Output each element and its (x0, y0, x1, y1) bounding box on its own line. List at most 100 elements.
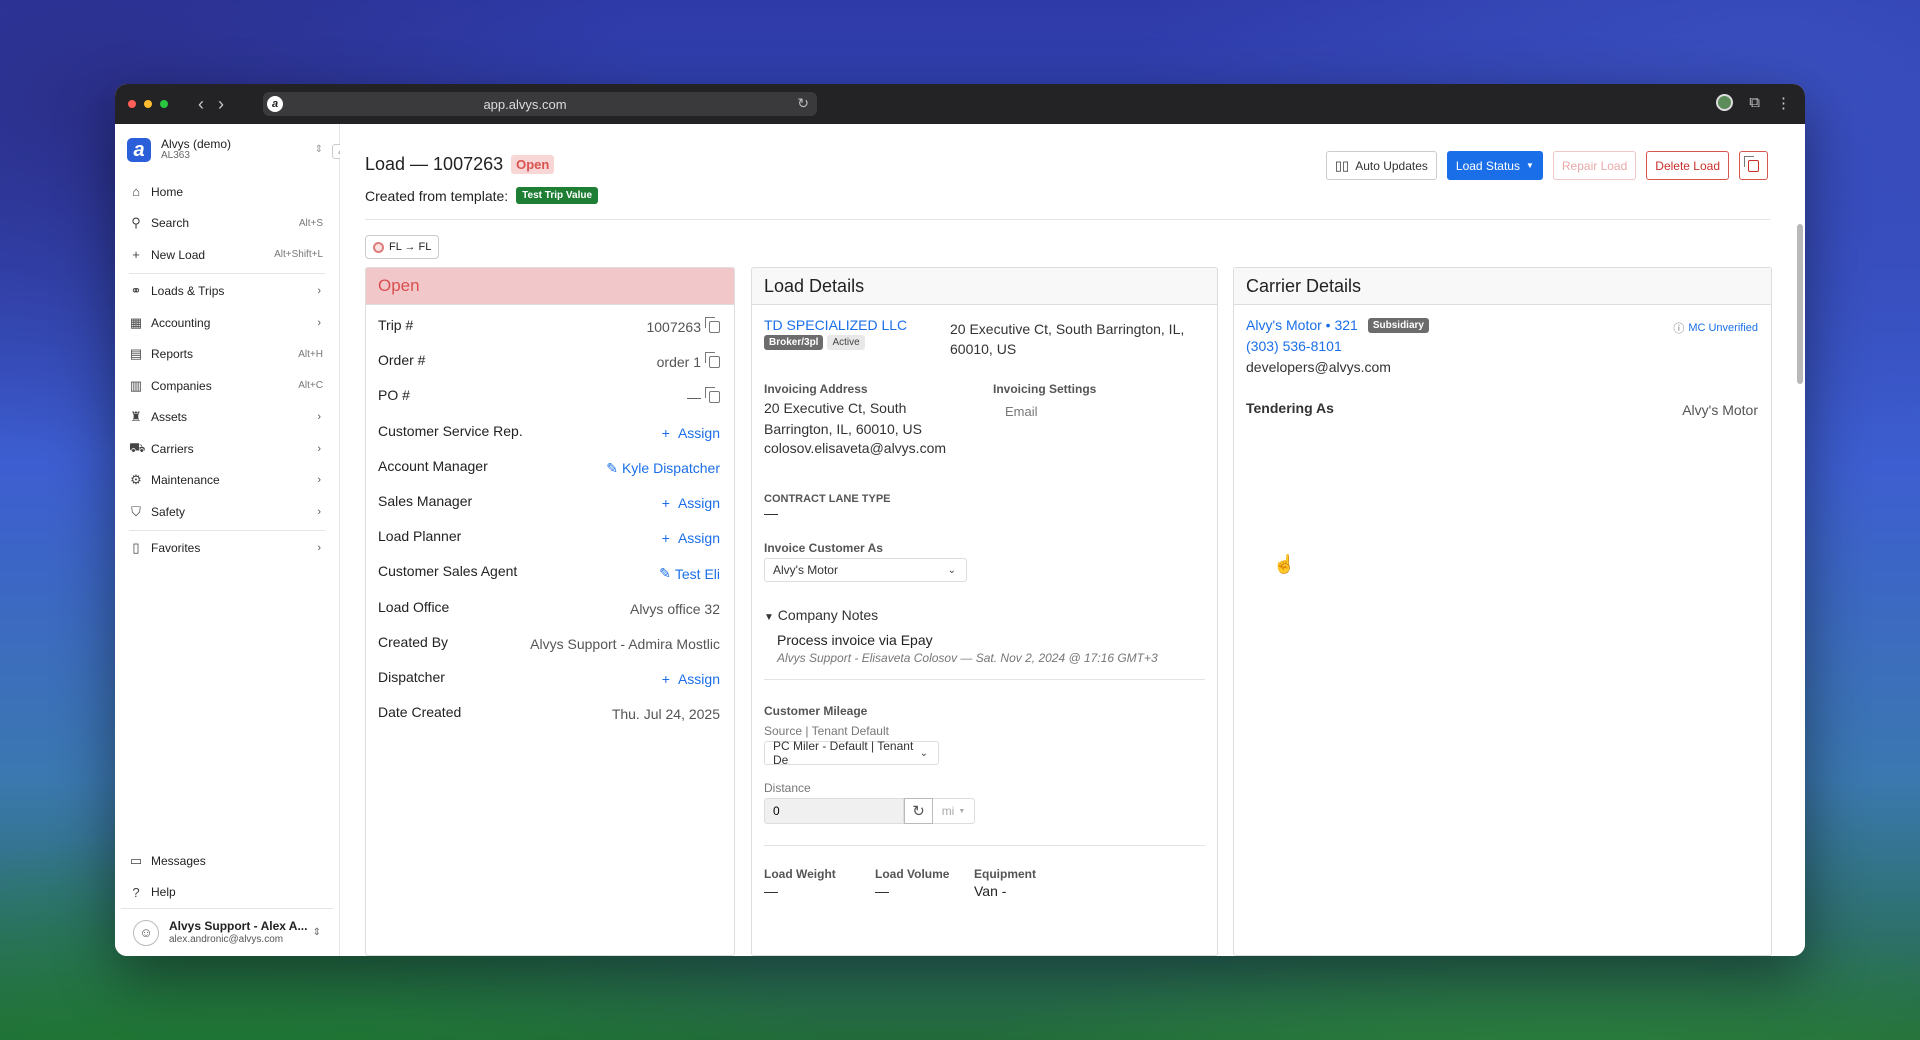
pencil-icon: ✎ (659, 565, 671, 582)
nav-item-messages[interactable]: ▭ Messages (115, 845, 339, 877)
building-icon: ▥ (129, 377, 143, 393)
shortcut-hint: Alt+C (298, 380, 323, 392)
nav-item-safety[interactable]: ⛉ Safety › (115, 496, 339, 528)
note-text: Process invoice via Epay (777, 632, 933, 648)
org-switcher[interactable]: a Alvys (demo) AL363 ⇕ ‹ (115, 124, 347, 176)
invoicing-settings-label: Invoicing Settings (993, 382, 1097, 396)
field-created-by: Created By Alvys Support - Admira Mostli… (378, 633, 720, 652)
edit-sales-agent-link[interactable]: ✎ Test Eli (659, 565, 720, 582)
extensions-icon[interactable]: ⧉ (1749, 94, 1760, 112)
customer-address: 20 Executive Ct, South Barrington, IL, 6… (950, 321, 1185, 357)
assign-button[interactable]: + Assign (662, 671, 720, 687)
invoice-customer-as-select[interactable]: Alvy's Motor ⌄ (764, 558, 967, 582)
field-customer-sales-agent: Customer Sales Agent ✎ Test Eli (378, 563, 720, 582)
copy-load-button[interactable] (1739, 151, 1768, 180)
maximize-window-icon[interactable] (160, 100, 168, 108)
nav-item-loads-trips[interactable]: ⚭ Loads & Trips › (115, 276, 339, 308)
distance-unit-select[interactable]: mi ▼ (933, 798, 975, 824)
nav-item-new-load[interactable]: + New Load Alt+Shift+L (115, 239, 339, 271)
mileage-source-select[interactable]: PC Miler - Default | Tenant De ⌄ (764, 739, 939, 767)
caret-down-icon: ▼ (1525, 161, 1534, 170)
template-badge[interactable]: Test Trip Value (516, 187, 599, 204)
nav-item-maintenance[interactable]: ⚙ Maintenance › (115, 465, 339, 497)
shortcut-hint: Alt+Shift+L (274, 249, 323, 261)
hand-cursor-icon: ☝ (1273, 554, 1296, 574)
org-code: AL363 (161, 150, 190, 161)
customer-mileage-label: Customer Mileage (764, 704, 868, 718)
distance-input[interactable] (764, 798, 904, 824)
invoicing-settings-value: Email (1005, 404, 1038, 419)
url-text: app.alvys.com (483, 96, 567, 112)
delete-load-button[interactable]: Delete Load (1646, 151, 1729, 180)
browser-titlebar: ‹ › a app.alvys.com ↻ ⧉ ⋮ (115, 84, 1805, 124)
user-email: alex.andronic@alvys.com (169, 933, 284, 945)
plus-icon: + (661, 494, 670, 511)
switch-user-icon[interactable]: ⇕ (313, 927, 321, 938)
assign-button[interactable]: + Assign (662, 425, 720, 441)
field-account-manager: Account Manager ✎ Kyle Dispatcher (378, 457, 720, 477)
assign-button[interactable]: + Assign (662, 530, 720, 546)
back-arrow-icon[interactable]: ‹ (198, 94, 204, 115)
chevron-right-icon: › (317, 542, 321, 555)
copy-icon (1744, 155, 1759, 172)
chevron-right-icon: › (317, 442, 321, 455)
load-details-title: Load Details (752, 268, 1217, 305)
edit-account-manager-link[interactable]: ✎ Kyle Dispatcher (606, 460, 720, 477)
carrier-name-link[interactable]: Alvy's Motor • 321 (1246, 317, 1358, 333)
status-card: Open Trip # 1007263 Order # order 1 PO #… (365, 267, 735, 956)
nav-item-companies[interactable]: ▥ Companies Alt+C (115, 370, 339, 402)
route-chip[interactable]: FL → FL (365, 235, 440, 259)
copy-icon[interactable] (705, 387, 720, 404)
customer-name-link[interactable]: TD SPECIALIZED LLC (764, 317, 907, 333)
carrier-email: developers@alvys.com (1246, 359, 1391, 375)
invoicing-address: 20 Executive Ct, South Barrington, IL, 6… (764, 400, 922, 437)
carrier-details-card: Carrier Details Alvy's Motor • 321 Subsi… (1233, 267, 1772, 956)
status-dot-icon (373, 241, 384, 253)
calculator-icon: ▦ (129, 314, 143, 330)
chevron-right-icon: › (317, 474, 321, 487)
shield-icon: ⛉ (131, 503, 141, 519)
carrier-details-title: Carrier Details (1234, 268, 1771, 305)
wrench-icon: ⚙ (130, 472, 142, 488)
contract-lane-label: CONTRACT LANE TYPE (764, 493, 891, 505)
browser-menu-icon[interactable]: ⋮ (1776, 94, 1791, 112)
chevron-right-icon: › (317, 316, 321, 329)
nav-item-accounting[interactable]: ▦ Accounting › (115, 307, 339, 339)
carrier-subsidiary-badge: Subsidiary (1367, 317, 1429, 333)
customer-status-badge: Active (827, 335, 865, 350)
profile-icon[interactable] (1716, 94, 1734, 111)
forward-arrow-icon[interactable]: › (218, 94, 224, 115)
assign-button[interactable]: + Assign (662, 495, 720, 511)
field-order: Order # order 1 (366, 342, 734, 377)
field-po: PO # — (366, 377, 734, 412)
nav-item-help[interactable]: ? Help (115, 877, 339, 909)
auto-updates-button[interactable]: ▯▯ Auto Updates (1325, 151, 1437, 180)
nav-item-carriers[interactable]: ⛟ Carriers › (115, 433, 339, 465)
user-menu[interactable]: ☺ Alvys Support - Alex A... alex.androni… (121, 908, 333, 956)
reload-icon[interactable]: ↻ (797, 95, 809, 112)
alvys-logo-icon: a (127, 138, 151, 162)
carrier-phone-link[interactable]: (303) 536-8101 (1246, 338, 1342, 354)
copy-icon[interactable] (705, 352, 720, 369)
address-bar[interactable]: a app.alvys.com ↻ (263, 92, 817, 116)
user-name: Alvys Support - Alex A... (169, 918, 308, 933)
company-notes-toggle[interactable]: ▼ Company Notes (764, 607, 878, 623)
shortcut-hint: Alt+H (298, 348, 323, 360)
nav-item-reports[interactable]: ▤ Reports Alt+H (115, 339, 339, 371)
minimize-window-icon[interactable] (144, 100, 152, 108)
status-badge: Open (511, 155, 555, 174)
close-window-icon[interactable] (128, 100, 136, 108)
recalculate-icon[interactable]: ↻ (904, 798, 933, 824)
nav-item-assets[interactable]: ♜ Assets › (115, 402, 339, 434)
page-scrollbar[interactable] (1797, 224, 1803, 384)
created-from-label: Created from template: (365, 187, 509, 204)
nav-item-search[interactable]: ⚲ Search Alt+S (115, 208, 339, 240)
nav-item-home[interactable]: ⌂ Home (115, 176, 339, 208)
switch-org-icon[interactable]: ⇕ (315, 144, 323, 155)
load-volume-value: — (875, 883, 889, 899)
load-status-button[interactable]: Load Status ▼ (1446, 151, 1543, 180)
copy-icon[interactable] (705, 317, 720, 333)
repair-load-button[interactable]: Repair Load (1552, 151, 1637, 180)
nav-item-favorites[interactable]: ▯ Favorites › (115, 533, 339, 565)
field-dispatcher: Dispatcher + Assign (378, 668, 720, 687)
